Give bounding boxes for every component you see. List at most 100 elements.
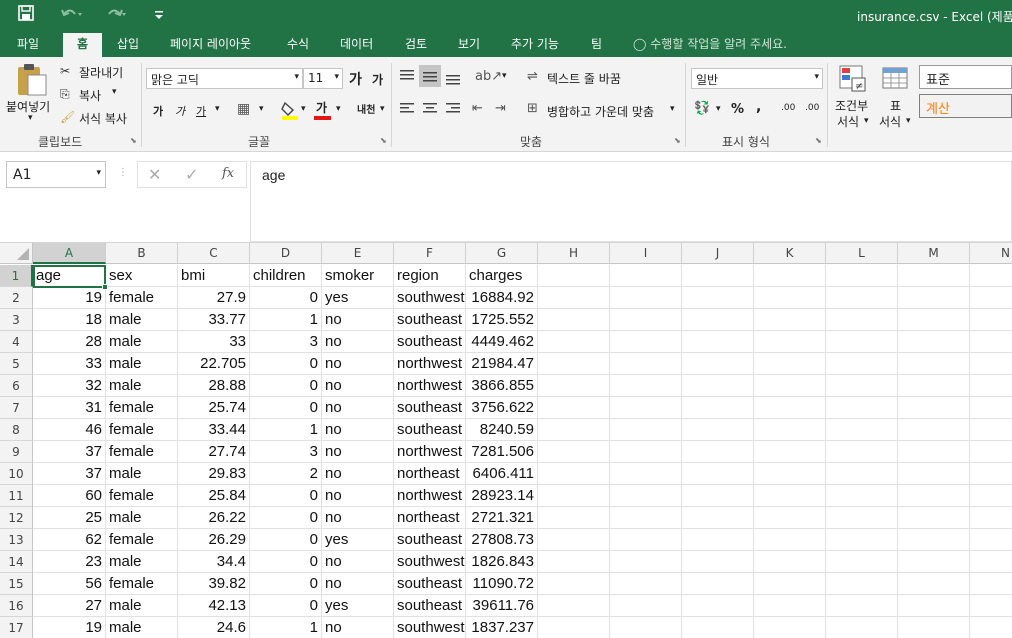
alignment-launcher-icon[interactable]: ⬊ xyxy=(674,136,681,145)
empty-cell[interactable] xyxy=(610,617,682,638)
cell-g11[interactable]: 28923.14 xyxy=(466,485,538,507)
empty-cell[interactable] xyxy=(754,375,826,397)
tab-formulas[interactable]: 수식 xyxy=(287,36,309,57)
cell-f14[interactable]: southwest xyxy=(394,551,466,573)
cell-a5[interactable]: 33 xyxy=(33,353,106,375)
align-bottom-icon[interactable] xyxy=(445,71,461,85)
cell-f1[interactable]: region xyxy=(394,265,466,287)
empty-cell[interactable] xyxy=(538,573,610,595)
empty-cell[interactable] xyxy=(970,529,1012,551)
cell-a10[interactable]: 37 xyxy=(33,463,106,485)
empty-cell[interactable] xyxy=(610,441,682,463)
cell-c11[interactable]: 25.84 xyxy=(178,485,250,507)
empty-cell[interactable] xyxy=(682,353,754,375)
copy-button[interactable]: 복사 xyxy=(79,87,101,104)
cell-g3[interactable]: 1725.552 xyxy=(466,309,538,331)
empty-cell[interactable] xyxy=(610,529,682,551)
cell-f12[interactable]: northeast xyxy=(394,507,466,529)
column-header-c[interactable]: C xyxy=(178,243,250,264)
orientation-icon[interactable]: ab↗ xyxy=(475,69,502,84)
cell-f8[interactable]: southeast xyxy=(394,419,466,441)
cell-a16[interactable]: 27 xyxy=(33,595,106,617)
column-header-j[interactable]: J xyxy=(682,243,754,264)
decrease-indent-icon[interactable]: ⇤ xyxy=(472,101,483,116)
tab-insert[interactable]: 삽입 xyxy=(117,36,139,57)
row-header[interactable]: 15 xyxy=(0,573,33,595)
empty-cell[interactable] xyxy=(826,507,898,529)
empty-cell[interactable] xyxy=(970,375,1012,397)
cell-e15[interactable]: no xyxy=(322,573,394,595)
tab-data[interactable]: 데이터 xyxy=(340,36,373,57)
borders-icon[interactable]: ▦ xyxy=(237,101,250,117)
conditional-dropdown-icon[interactable]: ▾ xyxy=(864,116,869,126)
cell-g7[interactable]: 3756.622 xyxy=(466,397,538,419)
merge-dropdown-icon[interactable]: ▾ xyxy=(670,104,675,114)
empty-cell[interactable] xyxy=(610,419,682,441)
empty-cell[interactable] xyxy=(754,551,826,573)
comma-button[interactable]: , xyxy=(756,99,761,115)
name-box[interactable]: A1 ▾ xyxy=(6,161,106,188)
cell-a13[interactable]: 62 xyxy=(33,529,106,551)
empty-cell[interactable] xyxy=(610,265,682,287)
cell-a17[interactable]: 19 xyxy=(33,617,106,638)
tab-file[interactable]: 파일 xyxy=(17,36,39,57)
cell-c3[interactable]: 33.77 xyxy=(178,309,250,331)
conditional-format-label[interactable]: 조건부 xyxy=(835,97,868,114)
empty-cell[interactable] xyxy=(898,397,970,419)
conditional-format-label-2[interactable]: 서식 xyxy=(837,113,859,130)
empty-cell[interactable] xyxy=(682,507,754,529)
cell-g5[interactable]: 21984.47 xyxy=(466,353,538,375)
empty-cell[interactable] xyxy=(826,595,898,617)
tab-team[interactable]: 팀 xyxy=(591,36,602,57)
cell-f15[interactable]: southeast xyxy=(394,573,466,595)
empty-cell[interactable] xyxy=(682,441,754,463)
undo-icon[interactable] xyxy=(60,6,82,27)
tab-addins[interactable]: 추가 기능 xyxy=(511,36,559,57)
empty-cell[interactable] xyxy=(682,419,754,441)
column-header-f[interactable]: F xyxy=(394,243,466,264)
row-header[interactable]: 16 xyxy=(0,595,33,617)
empty-cell[interactable] xyxy=(682,485,754,507)
empty-cell[interactable] xyxy=(970,551,1012,573)
cell-d5[interactable]: 0 xyxy=(250,353,322,375)
empty-cell[interactable] xyxy=(898,551,970,573)
empty-cell[interactable] xyxy=(754,463,826,485)
cell-f4[interactable]: southeast xyxy=(394,331,466,353)
fill-dropdown-icon[interactable]: ▾ xyxy=(301,104,306,114)
empty-cell[interactable] xyxy=(826,551,898,573)
empty-cell[interactable] xyxy=(898,617,970,638)
row-header[interactable]: 10 xyxy=(0,463,33,485)
cell-d3[interactable]: 1 xyxy=(250,309,322,331)
cell-a9[interactable]: 37 xyxy=(33,441,106,463)
cell-e2[interactable]: yes xyxy=(322,287,394,309)
cell-b2[interactable]: female xyxy=(106,287,178,309)
cell-g4[interactable]: 4449.462 xyxy=(466,331,538,353)
borders-dropdown-icon[interactable]: ▾ xyxy=(259,104,264,114)
empty-cell[interactable] xyxy=(538,353,610,375)
font-launcher-icon[interactable]: ⬊ xyxy=(380,136,387,145)
empty-cell[interactable] xyxy=(610,551,682,573)
empty-cell[interactable] xyxy=(754,595,826,617)
font-color-button[interactable]: 가 xyxy=(314,99,332,121)
tell-me-box[interactable]: ◯ 수행할 작업을 알려 주세요. xyxy=(633,36,787,57)
cell-f13[interactable]: southeast xyxy=(394,529,466,551)
cell-d15[interactable]: 0 xyxy=(250,573,322,595)
cell-d7[interactable]: 0 xyxy=(250,397,322,419)
cell-c9[interactable]: 27.74 xyxy=(178,441,250,463)
empty-cell[interactable] xyxy=(754,485,826,507)
cell-d8[interactable]: 1 xyxy=(250,419,322,441)
column-header-a[interactable]: A xyxy=(33,243,106,264)
align-left-icon[interactable] xyxy=(399,102,415,116)
shrink-font-button[interactable]: 가 xyxy=(372,71,383,88)
empty-cell[interactable] xyxy=(898,353,970,375)
empty-cell[interactable] xyxy=(970,617,1012,638)
italic-button[interactable]: 가 xyxy=(175,103,185,119)
empty-cell[interactable] xyxy=(754,441,826,463)
cell-b8[interactable]: female xyxy=(106,419,178,441)
empty-cell[interactable] xyxy=(826,331,898,353)
cell-b15[interactable]: female xyxy=(106,573,178,595)
cell-f9[interactable]: northwest xyxy=(394,441,466,463)
empty-cell[interactable] xyxy=(754,353,826,375)
empty-cell[interactable] xyxy=(610,309,682,331)
align-center-icon[interactable] xyxy=(422,102,438,116)
